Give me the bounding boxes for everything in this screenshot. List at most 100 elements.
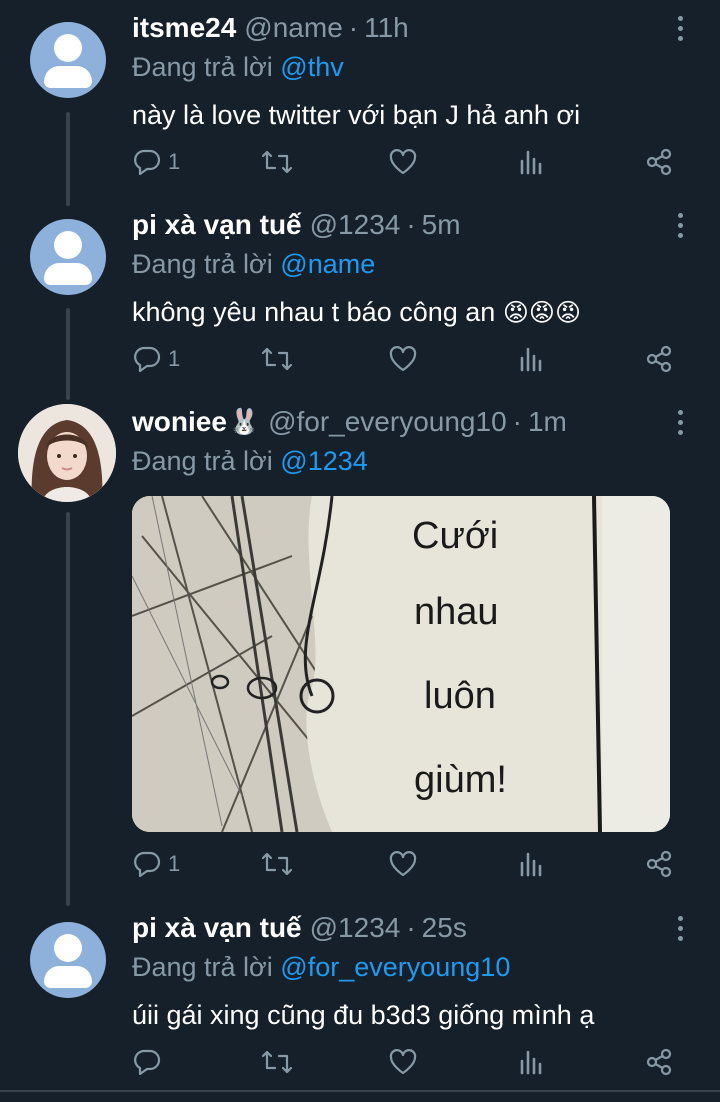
analytics-button[interactable] xyxy=(518,1042,546,1082)
share-icon xyxy=(646,1048,672,1076)
analytics-button[interactable] xyxy=(518,142,546,182)
tweet-header: itsme24 @name · 11h xyxy=(132,8,409,48)
reply-mention-link[interactable]: @name xyxy=(280,249,375,279)
retweet-icon xyxy=(261,1050,293,1074)
reply-button[interactable] xyxy=(132,1042,168,1082)
action-bar: 1 xyxy=(0,339,720,379)
tweet-text: này là love twitter với bạn J hả anh ơi xyxy=(132,100,581,130)
reply-mention-link[interactable]: @thv xyxy=(280,52,343,82)
share-button[interactable] xyxy=(644,339,674,379)
share-icon xyxy=(646,148,672,176)
action-bar: 1 xyxy=(0,844,720,884)
like-icon xyxy=(389,346,417,372)
replying-to: Đang trả lời @1234 xyxy=(132,446,368,477)
more-options-icon[interactable] xyxy=(670,14,690,44)
share-icon xyxy=(646,850,672,878)
like-button[interactable] xyxy=(388,1042,418,1082)
tweet-header: pi xà vạn tuế @1234 · 25s xyxy=(132,908,467,948)
more-options-icon[interactable] xyxy=(670,211,690,241)
tweet-4[interactable]: pi xà vạn tuế @1234 · 25s Đang trả lời @… xyxy=(0,908,720,1088)
default-avatar-body xyxy=(44,66,92,88)
tweet-1[interactable]: itsme24 @name · 11h Đang trả lời @thv nà… xyxy=(0,8,720,198)
avatar[interactable] xyxy=(30,22,106,98)
share-button[interactable] xyxy=(644,1042,674,1082)
manga-text-line-3: luôn xyxy=(424,675,496,717)
replying-to-label: Đang trả lời xyxy=(132,52,273,82)
separator: · xyxy=(348,12,359,43)
tweet-text: úii gái xing cũng đu b3d3 giống mình ạ xyxy=(132,1000,595,1030)
reply-icon xyxy=(134,346,161,373)
manga-text-line-4: giùm! xyxy=(414,759,507,801)
divider xyxy=(0,1090,720,1092)
separator: · xyxy=(406,912,416,943)
retweet-icon xyxy=(261,347,293,371)
analytics-button[interactable] xyxy=(518,844,546,884)
analytics-icon xyxy=(520,347,542,372)
replying-to-label: Đang trả lời xyxy=(132,249,273,279)
default-avatar-icon xyxy=(54,34,82,62)
rabbit-emoji: 🐰 xyxy=(228,407,261,436)
angry-face-emoji: 😡😡😡 xyxy=(502,299,582,327)
manga-text-line-2: nhau xyxy=(414,591,499,633)
display-name[interactable]: pi xà vạn tuế xyxy=(132,912,302,944)
reply-count: 1 xyxy=(168,851,181,876)
like-icon xyxy=(389,149,417,175)
replying-to: Đang trả lời @for_everyoung10 xyxy=(132,952,510,983)
reply-count: 1 xyxy=(168,149,181,174)
avatar[interactable] xyxy=(30,922,106,998)
analytics-button[interactable] xyxy=(518,339,546,379)
timestamp[interactable]: 5m xyxy=(422,209,461,241)
display-name[interactable]: pi xà vạn tuế xyxy=(132,209,302,241)
tweet-text: không yêu nhau t báo công an 😡😡😡 xyxy=(132,297,581,328)
like-button[interactable] xyxy=(388,844,418,884)
retweet-icon xyxy=(261,150,293,174)
retweet-button[interactable] xyxy=(260,339,294,379)
timestamp[interactable]: 1m xyxy=(528,406,567,438)
reply-button[interactable]: 1 xyxy=(132,142,180,182)
share-icon xyxy=(646,345,672,373)
reply-icon xyxy=(134,1049,161,1076)
retweet-button[interactable] xyxy=(260,142,294,182)
replying-to: Đang trả lời @thv xyxy=(132,52,344,83)
share-button[interactable] xyxy=(644,844,674,884)
user-handle[interactable]: @name xyxy=(244,12,342,44)
more-options-icon[interactable] xyxy=(670,408,690,438)
user-handle[interactable]: @1234 xyxy=(310,912,401,944)
reply-button[interactable]: 1 xyxy=(132,844,180,884)
like-button[interactable] xyxy=(388,142,418,182)
avatar[interactable] xyxy=(18,404,116,502)
default-avatar-body xyxy=(44,966,92,988)
user-handle[interactable]: @1234 xyxy=(310,209,401,241)
replying-to: Đang trả lời @name xyxy=(132,249,375,280)
manga-text-line-1: Cưới xyxy=(412,515,498,557)
retweet-button[interactable] xyxy=(260,1042,294,1082)
display-name[interactable]: itsme24 xyxy=(132,12,236,44)
replying-to-label: Đang trả lời xyxy=(132,952,273,982)
retweet-button[interactable] xyxy=(260,844,294,884)
separator: · xyxy=(406,209,416,240)
timestamp[interactable]: 11h xyxy=(364,12,409,44)
tweet-text-content: không yêu nhau t báo công an xyxy=(132,297,496,327)
display-name[interactable]: woniee xyxy=(132,406,227,438)
timestamp[interactable]: 25s xyxy=(422,912,467,944)
avatar[interactable] xyxy=(30,219,106,295)
tweet-2[interactable]: pi xà vạn tuế @1234 · 5m Đang trả lời @n… xyxy=(0,205,720,395)
action-bar: 1 xyxy=(0,142,720,182)
reply-button[interactable]: 1 xyxy=(132,339,180,379)
retweet-icon xyxy=(261,852,293,876)
like-icon xyxy=(389,851,417,877)
tweet-3[interactable]: woniee 🐰 @for_everyoung10 · 1m Đang trả … xyxy=(0,402,720,902)
share-button[interactable] xyxy=(644,142,674,182)
tweet-media-image[interactable]: Cưới nhau luôn giùm! xyxy=(132,496,670,832)
profile-photo xyxy=(18,404,116,502)
default-avatar-icon xyxy=(54,934,82,962)
default-avatar-icon xyxy=(54,231,82,259)
reply-icon xyxy=(134,851,161,878)
like-button[interactable] xyxy=(388,339,418,379)
tweet-header: pi xà vạn tuế @1234 · 5m xyxy=(132,205,461,245)
default-avatar-body xyxy=(44,263,92,285)
reply-mention-link[interactable]: @1234 xyxy=(280,446,367,476)
reply-mention-link[interactable]: @for_everyoung10 xyxy=(280,952,510,982)
more-options-icon[interactable] xyxy=(670,914,690,944)
user-handle[interactable]: @for_everyoung10 xyxy=(268,406,507,438)
